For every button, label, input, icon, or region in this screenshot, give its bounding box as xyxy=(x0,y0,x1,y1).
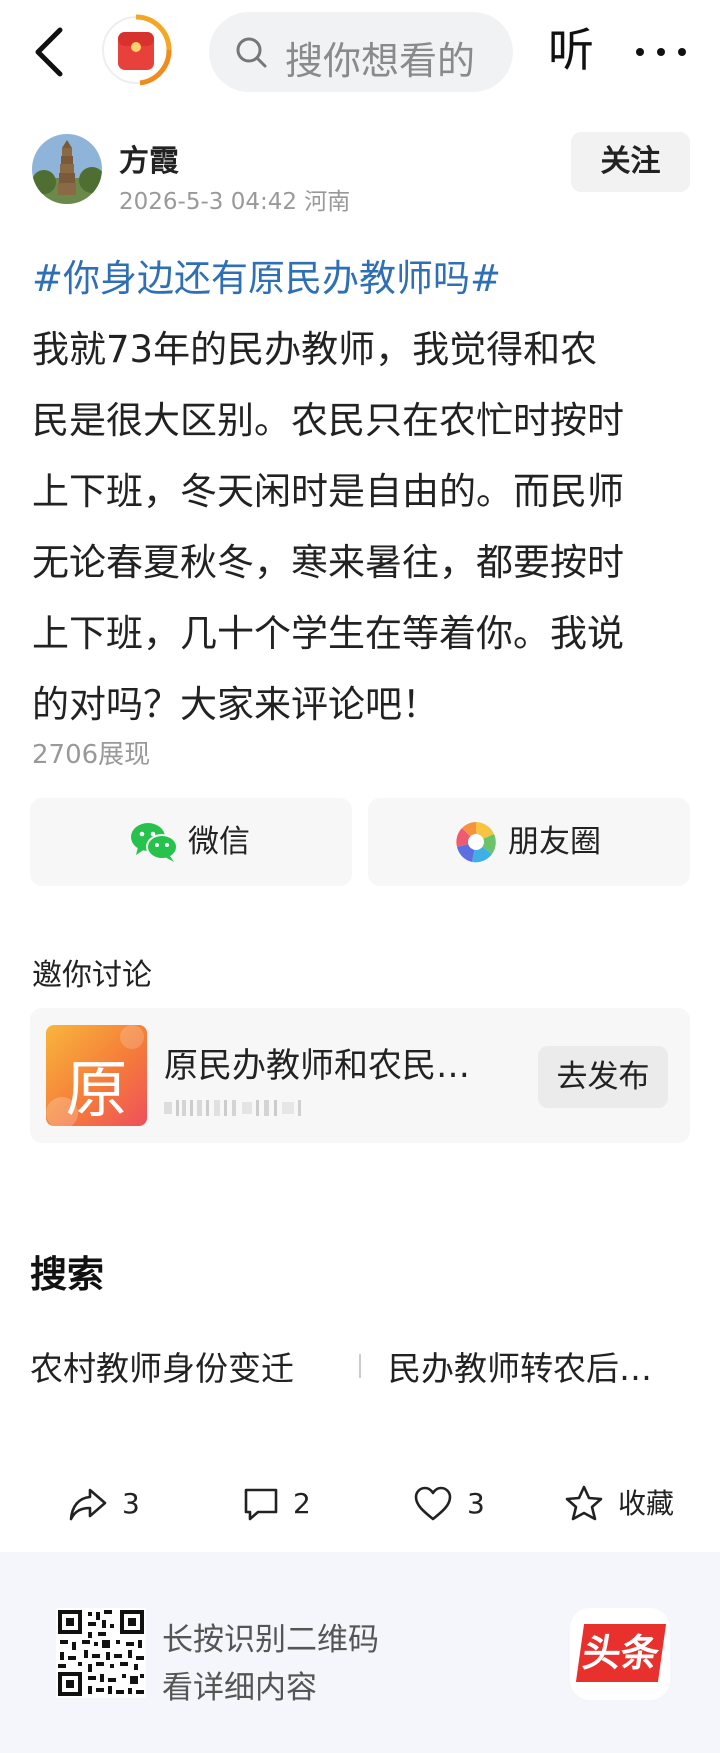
share-wechat-label: 微信 xyxy=(188,824,250,860)
share-count: 3 xyxy=(122,1487,140,1520)
author-row: 方霞 2026-5-3 04:42 河南 关注 xyxy=(0,128,720,215)
footer-qr-hint: 长按识别二维码 xyxy=(162,1622,379,1658)
app-logo-icon[interactable] xyxy=(100,14,172,86)
post-text-line: 无论春夏秋冬，寒来暑往，都要按时 xyxy=(32,541,624,584)
topic-card[interactable]: 原 原民办教师和农民… 去发布 xyxy=(30,1008,690,1143)
star-icon xyxy=(565,1485,603,1521)
search-icon xyxy=(236,37,267,68)
share-wechat-button[interactable]: 微信 xyxy=(30,798,352,886)
suggestion-divider xyxy=(359,1354,361,1378)
wechat-icon xyxy=(131,823,178,862)
favorite-action[interactable]: 收藏 xyxy=(564,1478,694,1532)
post-text-line: 我就73年的民办教师，我觉得和农 xyxy=(32,328,598,371)
back-icon[interactable] xyxy=(30,26,74,78)
search-suggestion[interactable]: 民办教师转农后… xyxy=(388,1342,688,1390)
comment-action[interactable]: 2 xyxy=(241,1478,331,1532)
share-arrow-icon xyxy=(69,1488,107,1521)
toutiao-logo-text: 头条 xyxy=(575,1624,667,1682)
footer-detail-hint: 看详细内容 xyxy=(162,1670,317,1706)
like-count: 3 xyxy=(467,1487,485,1520)
invite-section-title: 邀你讨论 xyxy=(32,958,152,993)
comment-icon xyxy=(244,1488,278,1521)
qr-code xyxy=(56,1608,146,1698)
share-action[interactable]: 3 xyxy=(68,1478,158,1532)
post-meta: 2026-5-3 04:42 河南 xyxy=(119,189,351,215)
share-row: 微信 朋友圈 xyxy=(30,798,690,886)
toutiao-logo: 头条 xyxy=(570,1608,670,1700)
avatar[interactable] xyxy=(32,134,102,204)
moments-icon xyxy=(456,822,496,863)
search-suggestion[interactable]: 农村教师身份变迁 xyxy=(30,1342,294,1390)
view-count: 2706展现 xyxy=(32,740,151,770)
comment-count: 2 xyxy=(293,1487,311,1520)
heart-icon xyxy=(414,1486,452,1521)
share-moments-button[interactable]: 朋友圈 xyxy=(368,798,690,886)
hashtag-link[interactable]: #你身边还有原民办教师吗# xyxy=(32,243,692,314)
post-text-line: 上下班，冬天闲时是自由的。而民师 xyxy=(32,470,624,513)
search-placeholder: 搜你想看的 xyxy=(285,39,476,83)
post-text-line: 的对吗？大家来评论吧！ xyxy=(32,683,439,726)
listen-button[interactable]: 听 xyxy=(548,18,594,82)
follow-button[interactable]: 关注 xyxy=(571,132,690,192)
post-text-line: 民是很大区别。农民只在农忙时按时 xyxy=(32,399,624,442)
footer-banner: 长按识别二维码 看详细内容 头条 xyxy=(0,1552,720,1753)
topic-thumb-char: 原 xyxy=(65,1053,128,1126)
post-body: #你身边还有原民办教师吗# 我就73年的民办教师，我觉得和农 民是很大区别。农民… xyxy=(32,243,692,740)
search-section-title: 搜索 xyxy=(30,1253,104,1296)
publish-button[interactable]: 去发布 xyxy=(538,1046,668,1108)
like-action[interactable]: 3 xyxy=(413,1478,503,1532)
topic-subtitle-blur xyxy=(164,1100,301,1116)
topic-thumbnail: 原 xyxy=(46,1025,147,1126)
author-name[interactable]: 方霞 xyxy=(119,136,179,180)
favorite-label: 收藏 xyxy=(618,1487,675,1520)
topic-title: 原民办教师和农民… xyxy=(164,1046,470,1086)
top-bar: 搜你想看的 听 xyxy=(0,0,720,104)
share-moments-label: 朋友圈 xyxy=(508,824,601,860)
post-text-line: 上下班，几十个学生在等着你。我说 xyxy=(32,612,624,655)
more-dots-icon[interactable] xyxy=(634,40,688,64)
action-bar: 3 2 3 收藏 xyxy=(0,1478,720,1532)
search-box[interactable]: 搜你想看的 xyxy=(209,12,513,92)
